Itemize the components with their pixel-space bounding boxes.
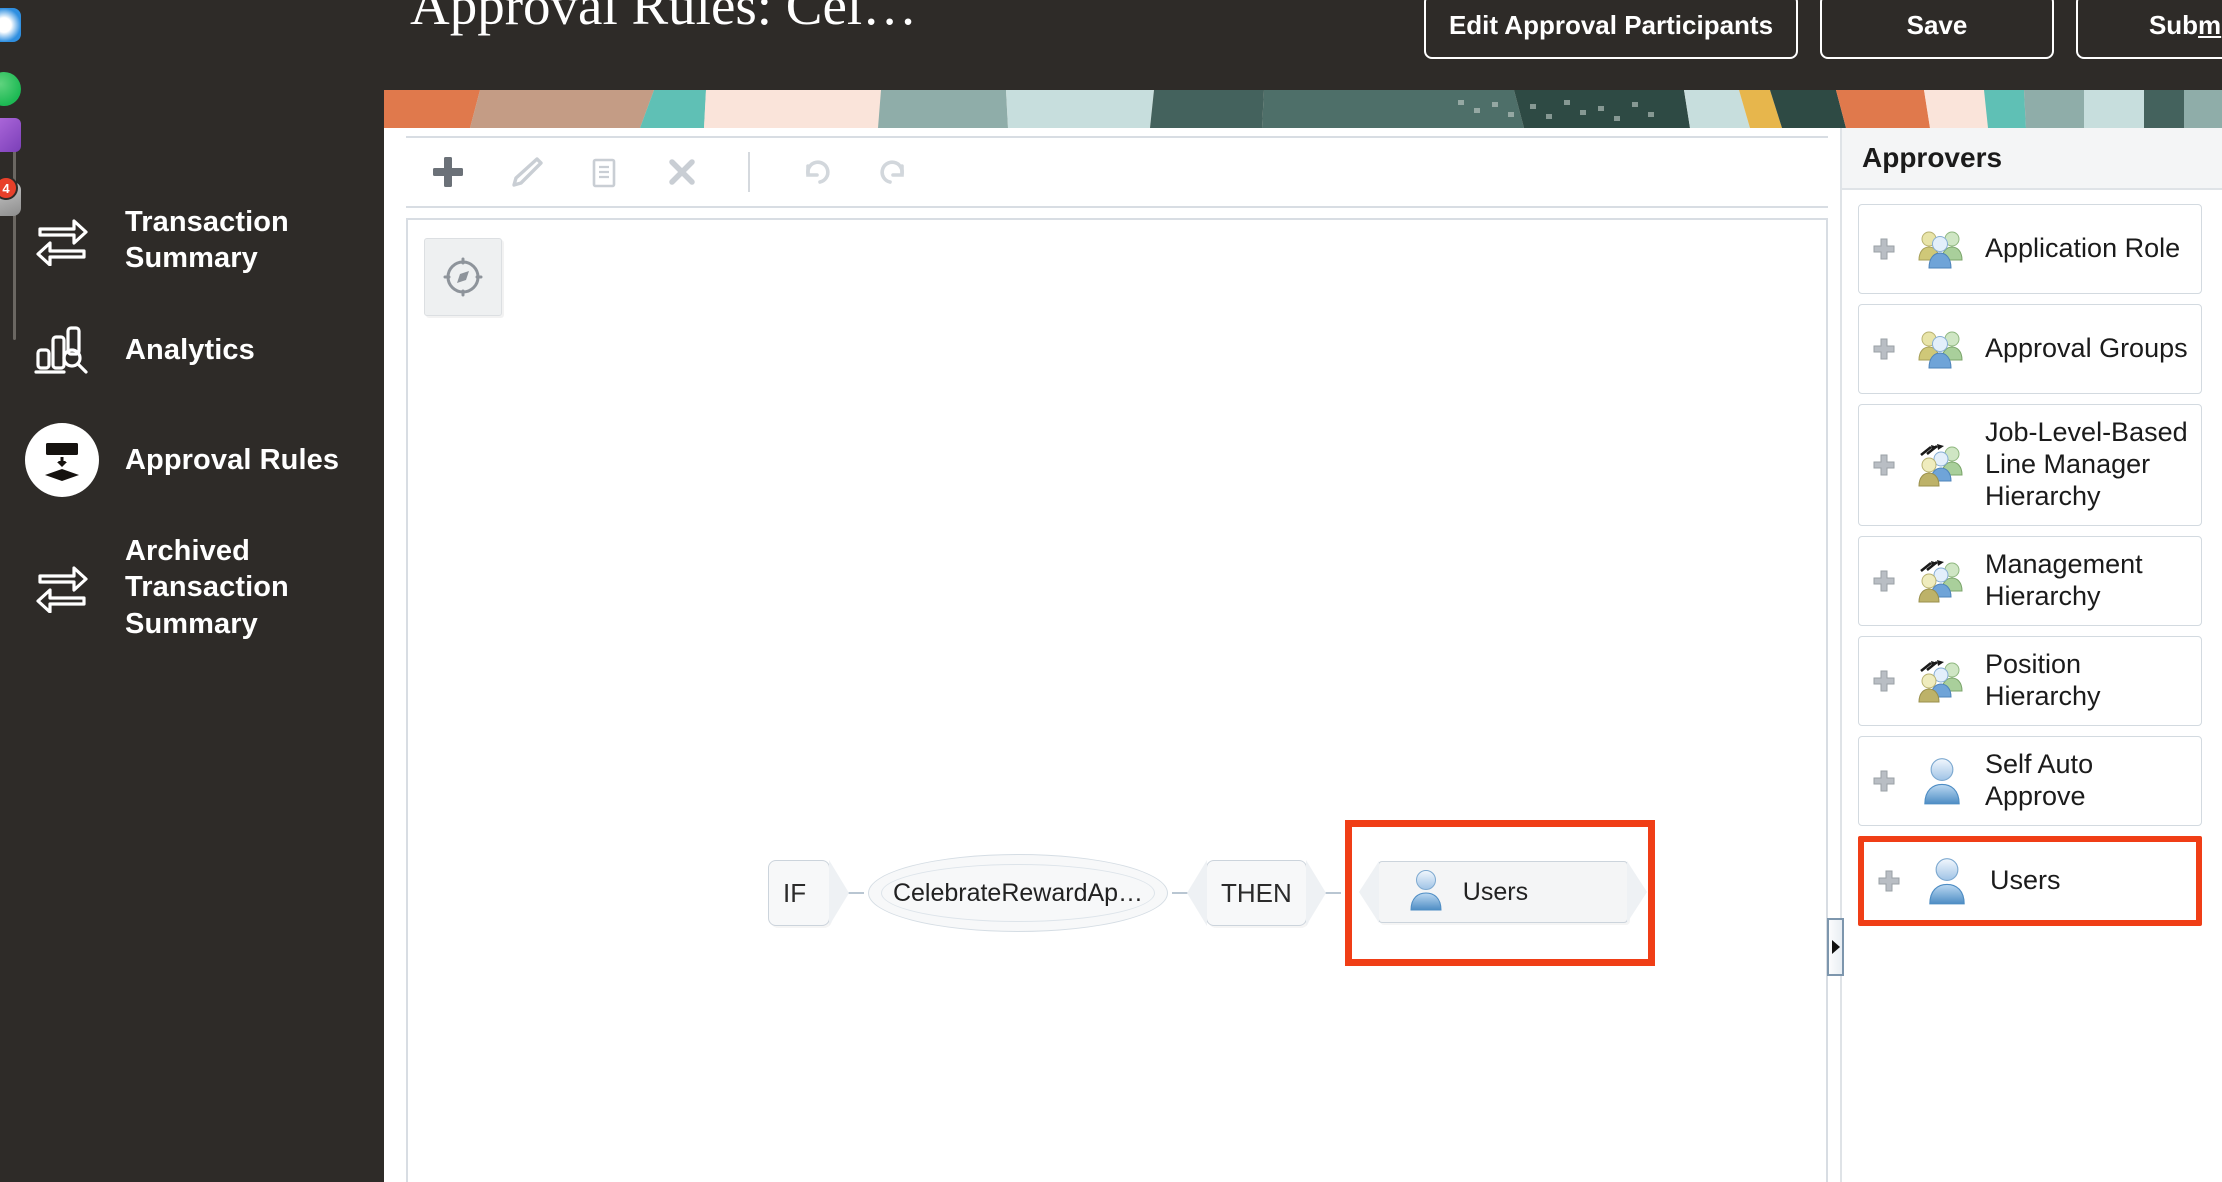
sidebar-item-label: Transaction Summary (125, 205, 289, 274)
hierarchy-group-icon (1915, 443, 1969, 487)
safari-icon[interactable] (0, 8, 21, 42)
users-action-node-label: Users (1462, 877, 1529, 906)
delete-x-icon[interactable] (658, 148, 706, 196)
hierarchy-group-icon (1915, 659, 1969, 703)
duplicate-icon[interactable] (580, 148, 628, 196)
bar-chart-search-icon (25, 313, 99, 387)
save-button[interactable]: Save (1820, 0, 2054, 59)
plus-small-icon[interactable] (1869, 237, 1899, 261)
toolbar-separator (748, 152, 750, 192)
approver-item-users[interactable]: Users (1858, 835, 2202, 926)
sidebar-item-approval-rules[interactable]: Approval Rules (13, 405, 384, 515)
sidebar-item-analytics[interactable]: Analytics (13, 295, 384, 405)
user-group-icon (1915, 227, 1969, 271)
sidebar-item-transaction-summary[interactable]: Transaction Summary (13, 185, 384, 295)
then-node-label: THEN (1221, 877, 1292, 908)
sidebar-nav-list: Transaction Summary Analytics Approval R… (13, 185, 384, 660)
condition-node[interactable]: CelebrateRewardAp… (868, 854, 1168, 932)
banner-art (384, 90, 2222, 128)
sidebar-item-label: Approval Rules (125, 443, 340, 476)
approvers-panel: Approvers Application Role Approval Grou… (1840, 128, 2222, 1182)
approver-item-application-role[interactable]: Application Role (1858, 204, 2202, 294)
main-content: IF CelebrateRewardAp… THEN Users Approve… (384, 128, 2222, 1182)
approver-item-label: Application Role (1985, 233, 2181, 264)
sidebar-item-archived-transaction-summary[interactable]: Archived Transaction Summary (13, 515, 384, 660)
users-action-node[interactable]: Users (1377, 861, 1628, 923)
diagram-toolbar (406, 136, 1828, 208)
user-group-icon (1915, 327, 1969, 371)
rule-diagram-pane: IF CelebrateRewardAp… THEN Users (384, 128, 1834, 1182)
single-user-icon (1407, 869, 1445, 916)
purple-app-icon[interactable] (0, 118, 21, 152)
approver-item-job-level-based-line-manager-hierarchy[interactable]: Job-Level-Based Line Manager Hierarchy (1858, 404, 2202, 526)
page-header: Approval Rules: Cel… Edit Approval Parti… (384, 0, 2222, 86)
single-user-icon (1920, 857, 1974, 905)
approver-item-management-hierarchy[interactable]: Management Hierarchy (1858, 535, 2202, 626)
panel-splitter[interactable] (1827, 128, 1844, 1182)
redo-icon[interactable] (870, 148, 918, 196)
chevron-right-icon (1831, 940, 1840, 954)
approver-item-self-auto-approve[interactable]: Self Auto Approve (1858, 735, 2202, 826)
decorative-banner (384, 90, 2222, 128)
hierarchy-group-icon (1915, 559, 1969, 603)
plus-small-icon[interactable] (1869, 453, 1899, 477)
approver-item-position-hierarchy[interactable]: Position Hierarchy (1858, 635, 2202, 726)
edit-approval-participants-button[interactable]: Edit Approval Participants (1424, 0, 1798, 59)
single-user-icon (1915, 757, 1969, 805)
plus-small-icon[interactable] (1874, 869, 1904, 893)
approver-item-label: Users (1990, 864, 2061, 895)
diagram-canvas[interactable]: IF CelebrateRewardAp… THEN Users (406, 218, 1828, 1182)
transfer-arrows-icon (25, 203, 99, 277)
if-node[interactable]: IF (768, 860, 830, 926)
sidebar-item-label: Archived Transaction Summary (125, 535, 289, 640)
transfer-arrows-icon (25, 550, 99, 624)
rule-flow: IF CelebrateRewardAp… THEN Users (768, 820, 1655, 966)
approver-item-label: Position Hierarchy (1985, 648, 2101, 711)
approver-item-label: Job-Level-Based Line Manager Hierarchy (1985, 417, 2188, 511)
sidebar-item-label: Analytics (125, 333, 255, 366)
approvers-panel-title: Approvers (1842, 128, 2222, 190)
add-icon[interactable] (424, 148, 472, 196)
plus-small-icon[interactable] (1869, 769, 1899, 793)
edit-pencil-icon[interactable] (502, 148, 550, 196)
left-sidebar: Transaction Summary Analytics Approval R… (13, 0, 384, 1182)
plus-small-icon[interactable] (1869, 337, 1899, 361)
approver-item-label: Management Hierarchy (1985, 548, 2143, 611)
approver-item-approval-groups[interactable]: Approval Groups (1858, 304, 2202, 394)
if-node-label: IF (783, 877, 807, 908)
plus-small-icon[interactable] (1869, 569, 1899, 593)
panel-splitter-handle[interactable] (1827, 918, 1844, 976)
condition-node-label: CelebrateRewardAp… (892, 878, 1144, 907)
users-node-highlight-box: Users (1344, 820, 1655, 966)
compass-icon[interactable] (424, 238, 502, 316)
submit-button[interactable]: Submit (2076, 0, 2222, 59)
approval-rules-icon (25, 423, 99, 497)
plus-small-icon[interactable] (1869, 669, 1899, 693)
then-node[interactable]: THEN (1206, 860, 1307, 926)
app-root: 4 Transaction Summary Analytics Approval… (0, 0, 2222, 1182)
undo-icon[interactable] (792, 148, 840, 196)
header-actions: Edit Approval Participants Save Submit C… (1424, 0, 2222, 59)
approver-item-label: Self Auto Approve (1985, 748, 2094, 811)
page-title: Approval Rules: Cel… (410, 0, 918, 36)
approvers-list: Application Role Approval Groups Job-Lev… (1842, 190, 2222, 926)
approver-item-label: Approval Groups (1985, 333, 2188, 364)
